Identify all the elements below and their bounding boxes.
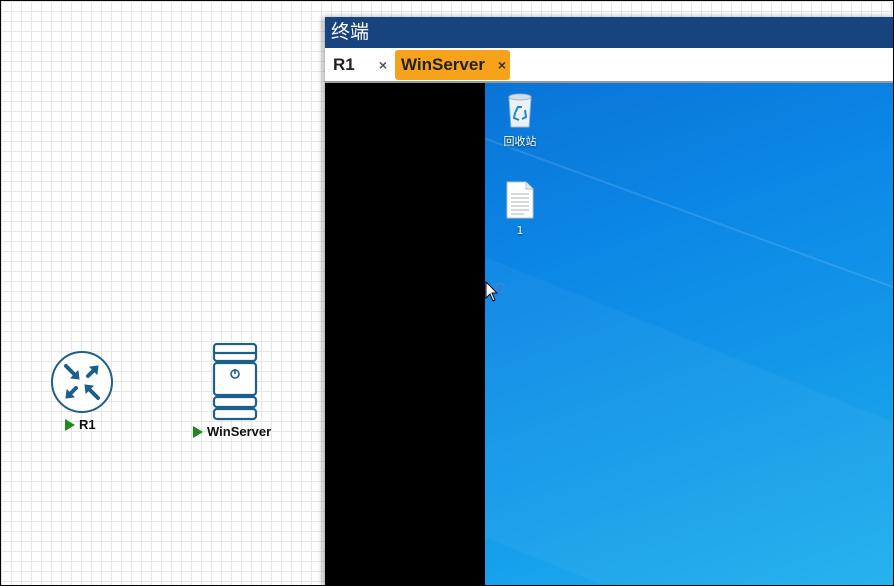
remote-screen[interactable]: 回收站 1 (325, 83, 893, 585)
topology-canvas[interactable]: R1 WinServer 终端 R1 × WinServer × 回收站 1 (0, 0, 894, 586)
desktop-icon-label: 1 (516, 224, 524, 237)
router-icon[interactable] (50, 350, 114, 414)
node-r1[interactable] (50, 350, 114, 419)
server-icon[interactable] (212, 342, 258, 423)
play-icon (65, 418, 75, 431)
desktop-icon-recycle-bin[interactable]: 回收站 (490, 91, 550, 149)
close-icon[interactable]: × (498, 57, 506, 73)
node-winserver[interactable] (212, 342, 258, 428)
windows-desktop[interactable]: 回收站 1 (485, 83, 893, 585)
node-label-winserver: WinServer (193, 424, 271, 439)
node-name: R1 (79, 417, 96, 432)
terminal-window[interactable]: 终端 R1 × WinServer × 回收站 1 (325, 17, 893, 585)
node-label-r1: R1 (65, 417, 96, 432)
terminal-tab-bar: R1 × WinServer × (325, 48, 893, 83)
recycle-bin-icon (508, 93, 532, 128)
tab-r1[interactable]: R1 × (333, 50, 391, 80)
close-icon[interactable]: × (379, 57, 387, 73)
desktop-icon-file-1[interactable]: 1 (490, 180, 550, 237)
tab-label: R1 (333, 55, 355, 74)
desktop-icon-label: 回收站 (503, 135, 537, 148)
terminal-title: 终端 (331, 21, 370, 43)
play-icon (193, 425, 203, 438)
busy-cursor-icon (485, 281, 506, 302)
text-file-icon (506, 181, 534, 219)
node-name: WinServer (207, 424, 272, 439)
tab-label: WinServer (401, 55, 485, 74)
tab-winserver[interactable]: WinServer × (395, 50, 510, 80)
terminal-titlebar[interactable]: 终端 (325, 17, 893, 48)
